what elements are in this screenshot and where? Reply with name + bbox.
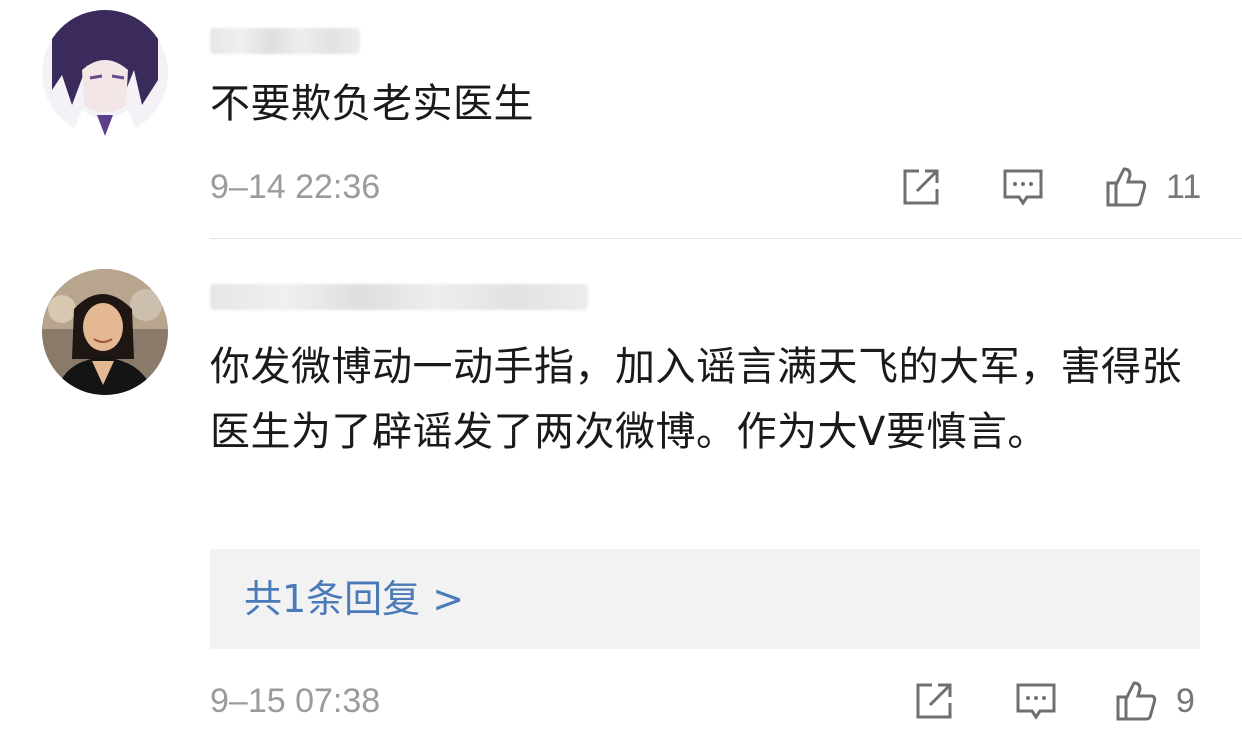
like-count: 11 bbox=[1166, 168, 1202, 206]
avatar[interactable] bbox=[42, 10, 168, 136]
comment-icon[interactable] bbox=[1001, 165, 1045, 209]
comment-text: 不要欺负老实医生 bbox=[210, 81, 534, 127]
username[interactable] bbox=[210, 28, 360, 54]
comment-item: 不要欺负老实医生 9–14 22:36 11 bbox=[0, 0, 1242, 238]
comment-item: 你发微博动一动手指，加入谣言满天飞的大军，害得张医生为了辟谣发了两次微博。作为大… bbox=[0, 239, 1242, 746]
share-icon[interactable] bbox=[899, 165, 943, 209]
share-icon[interactable] bbox=[912, 679, 956, 723]
timestamp: 9–14 22:36 bbox=[210, 168, 381, 206]
comment-meta: 9–14 22:36 11 bbox=[0, 162, 1242, 212]
like-count: 9 bbox=[1176, 682, 1195, 720]
reply-summary[interactable]: 共1条回复 > bbox=[210, 549, 1200, 649]
comment-meta: 9–15 07:38 9 bbox=[0, 676, 1242, 726]
thumbs-up-icon[interactable] bbox=[1104, 165, 1148, 209]
view-replies-link[interactable]: 共1条回复 > bbox=[244, 549, 464, 649]
comment-icon[interactable] bbox=[1014, 679, 1058, 723]
username[interactable] bbox=[210, 284, 588, 310]
comment-text: 你发微博动一动手指，加入谣言满天飞的大军，害得张医生为了辟谣发了两次微博。作为大… bbox=[210, 344, 1182, 455]
timestamp: 9–15 07:38 bbox=[210, 682, 381, 720]
thumbs-up-icon[interactable] bbox=[1114, 679, 1158, 723]
avatar[interactable] bbox=[42, 269, 168, 395]
